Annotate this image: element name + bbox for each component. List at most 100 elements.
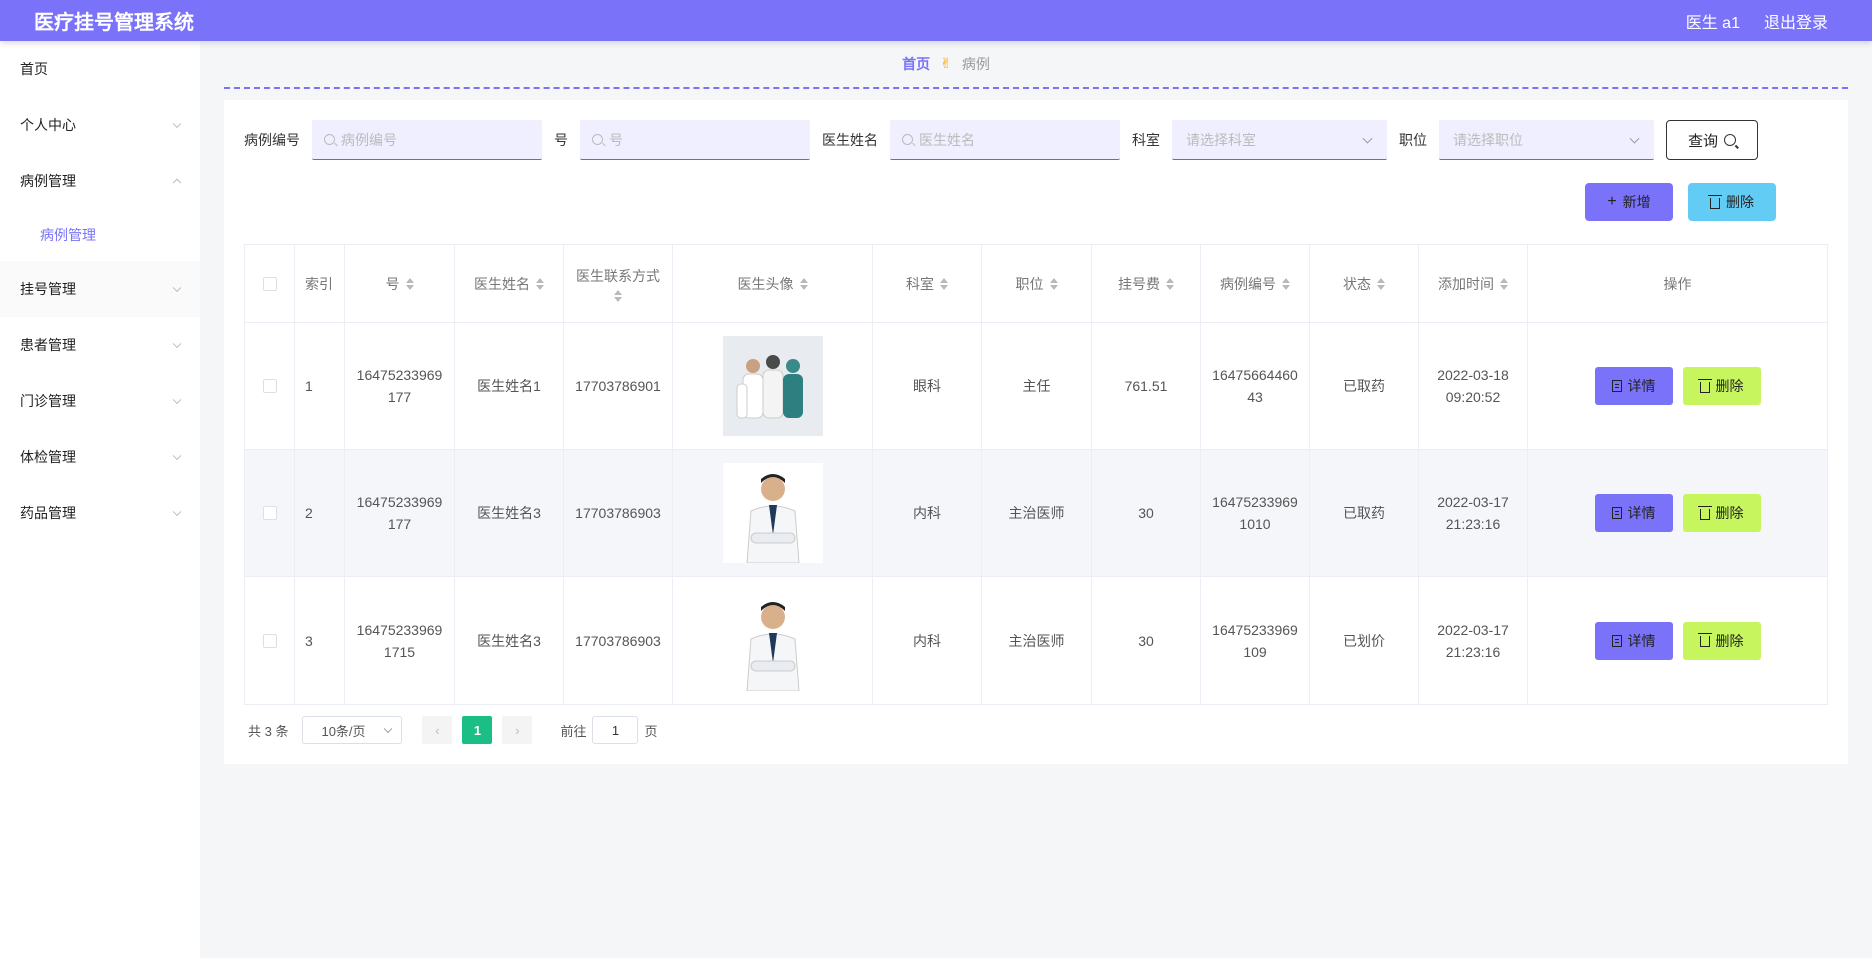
page-unit-label: 页 xyxy=(644,723,658,739)
checkbox[interactable] xyxy=(262,276,277,291)
no-label: 号 xyxy=(554,132,568,148)
cell-dept: 内科 xyxy=(873,450,982,576)
query-button[interactable]: 查询 xyxy=(1666,120,1758,160)
logout-link[interactable]: 退出登录 xyxy=(1764,9,1828,33)
header-label: 状态 xyxy=(1343,275,1371,292)
chevron-down-icon xyxy=(172,451,182,461)
position-placeholder: 请选择职位 xyxy=(1453,131,1523,148)
sidebar-item-registration[interactable]: 挂号管理 xyxy=(0,261,200,317)
chevron-down-icon xyxy=(172,119,182,129)
dept-placeholder: 请选择科室 xyxy=(1186,131,1256,148)
delete-button[interactable]: 删除 xyxy=(1682,621,1761,660)
search-icon xyxy=(1724,134,1736,146)
position-select[interactable]: 请选择职位 xyxy=(1439,120,1654,160)
total-count: 共 3 条 xyxy=(248,723,289,739)
detail-button[interactable]: 详情 xyxy=(1594,367,1673,405)
sort-icon[interactable] xyxy=(1166,277,1174,290)
sidebar-item-cases[interactable]: 病例管理 xyxy=(0,153,200,209)
sidebar-item-label: 体检管理 xyxy=(20,449,76,465)
search-icon xyxy=(902,134,913,145)
no-input[interactable]: 号 xyxy=(580,120,810,160)
batch-delete-button[interactable]: 删除 xyxy=(1688,183,1776,221)
sidebar-item-checkup[interactable]: 体检管理 xyxy=(0,429,200,485)
header-cell[interactable]: 病例编号 xyxy=(1201,245,1310,322)
delete-button[interactable]: 删除 xyxy=(1682,367,1761,405)
checkbox[interactable] xyxy=(262,506,277,520)
sidebar-item-label: 首页 xyxy=(20,61,48,77)
cell-time: 2022-03-17 21:23:16 xyxy=(1419,450,1528,576)
sort-icon[interactable] xyxy=(799,277,808,290)
search-icon xyxy=(592,134,603,145)
detail-button[interactable]: 详情 xyxy=(1594,621,1673,660)
cell-case-no: 1647566446043 xyxy=(1201,323,1310,449)
header-cell[interactable]: 号 xyxy=(345,245,455,322)
delete-label: 删除 xyxy=(1726,194,1754,210)
header-label: 添加时间 xyxy=(1438,275,1494,292)
detail-label: 详情 xyxy=(1627,378,1656,394)
detail-button[interactable]: 详情 xyxy=(1594,494,1673,532)
sidebar-item-profile[interactable]: 个人中心 xyxy=(0,97,200,153)
trash-icon xyxy=(1697,378,1712,393)
delete-button[interactable]: 删除 xyxy=(1682,494,1761,532)
sort-icon[interactable] xyxy=(1049,277,1058,290)
row-select[interactable] xyxy=(245,450,295,576)
chevron-down-icon xyxy=(172,395,182,405)
doctor-group-avatar xyxy=(722,336,823,436)
case-no-input[interactable]: 病例编号 xyxy=(312,120,542,160)
header-cell[interactable]: 科室 xyxy=(873,245,982,322)
checkbox[interactable] xyxy=(262,633,277,648)
sort-icon[interactable] xyxy=(614,290,622,302)
sort-icon[interactable] xyxy=(1500,277,1508,290)
main-card: 病例编号 病例编号 号 号 医生姓名 医生姓名 科室 请选择科室 职位 请选择职… xyxy=(224,100,1848,764)
sort-icon[interactable] xyxy=(405,277,414,290)
delete-label: 删除 xyxy=(1715,632,1744,649)
header-cell[interactable]: 医生联系方式 xyxy=(564,245,673,322)
sidebar-item-patients[interactable]: 患者管理 xyxy=(0,317,200,373)
trash-icon xyxy=(1697,633,1712,647)
cell-doctor: 医生姓名3 xyxy=(455,450,564,576)
header-cell[interactable]: 医生头像 xyxy=(673,245,873,322)
dept-select[interactable]: 请选择科室 xyxy=(1172,120,1387,160)
header-cell[interactable]: 职位 xyxy=(982,245,1092,322)
sort-icon[interactable] xyxy=(536,277,544,290)
search-icon xyxy=(324,134,335,145)
add-button[interactable]: + 新增 xyxy=(1585,183,1673,221)
row-select[interactable] xyxy=(245,577,295,704)
sidebar-item-clinic[interactable]: 门诊管理 xyxy=(0,373,200,429)
header-cell[interactable]: 医生姓名 xyxy=(455,245,564,322)
header-cell[interactable]: 状态 xyxy=(1310,245,1419,322)
header-label: 索引 xyxy=(305,275,333,292)
sort-icon[interactable] xyxy=(940,277,948,290)
doctor-name-input[interactable]: 医生姓名 xyxy=(890,120,1120,160)
breadcrumb-home[interactable]: 首页 xyxy=(902,54,930,74)
row-select[interactable] xyxy=(245,323,295,449)
chevron-down-icon xyxy=(172,339,182,349)
sidebar-item-drugs[interactable]: 药品管理 xyxy=(0,485,200,541)
goto-label: 前往 xyxy=(560,723,587,739)
sidebar-item-home[interactable]: 首页 xyxy=(0,41,200,97)
checkbox[interactable] xyxy=(262,379,277,393)
sort-icon[interactable] xyxy=(1282,277,1290,290)
doctor-placeholder: 医生姓名 xyxy=(919,131,975,148)
cell-case-no: 16475233969109 xyxy=(1201,577,1310,704)
cell-fee: 30 xyxy=(1092,577,1201,704)
cell-position: 主治医师 xyxy=(982,450,1092,576)
delete-label: 删除 xyxy=(1715,505,1744,521)
header-cell[interactable]: 挂号费 xyxy=(1092,245,1201,322)
cell-no: 164752339691715 xyxy=(345,577,455,704)
sort-icon[interactable] xyxy=(1377,277,1385,290)
sidebar-subitem-cases[interactable]: 病例管理 xyxy=(0,209,200,261)
header-label: 病例编号 xyxy=(1220,275,1276,292)
cell-avatar xyxy=(673,323,873,449)
current-user[interactable]: 医生 a1 xyxy=(1686,9,1740,33)
header-cell[interactable]: 添加时间 xyxy=(1419,245,1528,322)
next-page-button[interactable]: › xyxy=(502,716,533,744)
page-size-select[interactable]: 10条/页 xyxy=(302,716,403,744)
prev-page-button[interactable]: ‹ xyxy=(422,716,453,744)
page-size-value: 10条/页 xyxy=(321,723,366,739)
header-select-all[interactable] xyxy=(245,245,295,322)
cell-fee: 761.51 xyxy=(1092,323,1201,449)
page-number[interactable]: 1 xyxy=(462,716,493,744)
cell-dept: 眼科 xyxy=(873,323,982,449)
goto-page-input[interactable]: 1 xyxy=(592,716,639,744)
